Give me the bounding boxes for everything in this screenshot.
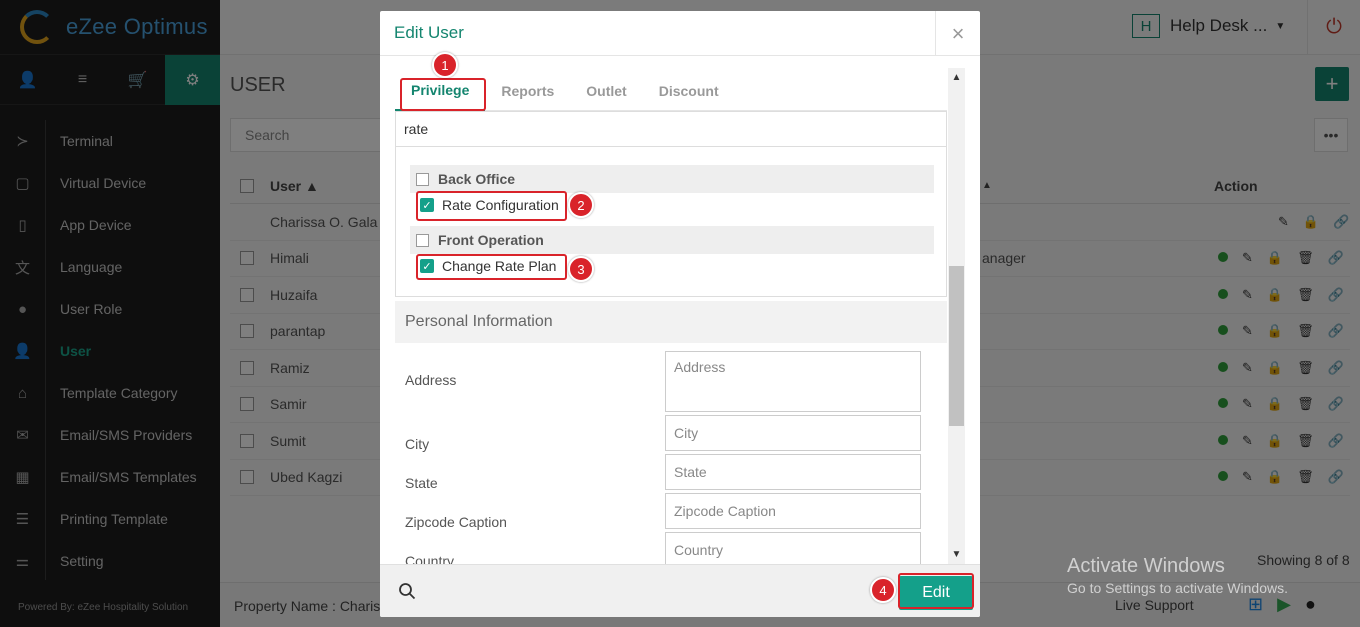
modal-header: Edit User × — [380, 11, 980, 56]
group-back-office[interactable]: Back Office — [410, 165, 934, 193]
tab-reports[interactable]: Reports — [485, 71, 570, 111]
group-checkbox[interactable] — [416, 233, 429, 247]
field-label-zipcode: Zipcode Caption — [405, 514, 507, 530]
country-field[interactable]: Country — [665, 532, 921, 564]
field-label-city: City — [405, 436, 430, 452]
address-field[interactable]: Address — [665, 351, 921, 412]
windows-watermark: Activate Windows Go to Settings to activ… — [1067, 555, 1288, 596]
watermark-subtitle: Go to Settings to activate Windows. — [1067, 580, 1288, 596]
state-field[interactable]: State — [665, 454, 921, 490]
group-label: Back Office — [438, 171, 516, 187]
zipcode-caption-field[interactable]: Zipcode Caption — [665, 493, 921, 529]
group-checkbox[interactable] — [416, 172, 429, 186]
scroll-down-icon[interactable]: ▼ — [948, 549, 965, 560]
watermark-title: Activate Windows — [1067, 555, 1225, 577]
tab-outlet[interactable]: Outlet — [570, 71, 642, 111]
field-label-country: Country — [405, 553, 455, 564]
group-label: Front Operation — [438, 232, 544, 248]
step-marker-4: 4 — [870, 577, 896, 603]
tab-discount[interactable]: Discount — [643, 71, 735, 111]
field-label-address: Address — [405, 372, 457, 388]
city-field[interactable]: City — [665, 415, 921, 451]
search-icon[interactable] — [398, 582, 416, 600]
privilege-search-input[interactable]: rate — [395, 111, 947, 147]
highlight-edit-button — [898, 573, 974, 609]
close-icon[interactable]: × — [935, 11, 980, 56]
modal-body: Privilege Reports Outlet Discount rate B… — [380, 56, 980, 564]
highlight-rate-configuration — [416, 191, 567, 221]
modal-title: Edit User — [394, 23, 464, 42]
modal-scrollbar[interactable]: ▲ ▼ — [948, 68, 965, 564]
step-marker-2: 2 — [568, 192, 594, 218]
highlight-privilege-tab — [400, 78, 486, 111]
scroll-up-icon[interactable]: ▲ — [948, 72, 965, 83]
step-marker-1: 1 — [432, 52, 458, 78]
section-personal-information: Personal Information — [395, 301, 947, 343]
scroll-thumb[interactable] — [949, 266, 964, 426]
group-front-operation[interactable]: Front Operation — [410, 226, 934, 254]
step-marker-3: 3 — [568, 256, 594, 282]
highlight-change-rate-plan — [416, 254, 567, 280]
field-label-state: State — [405, 475, 438, 491]
